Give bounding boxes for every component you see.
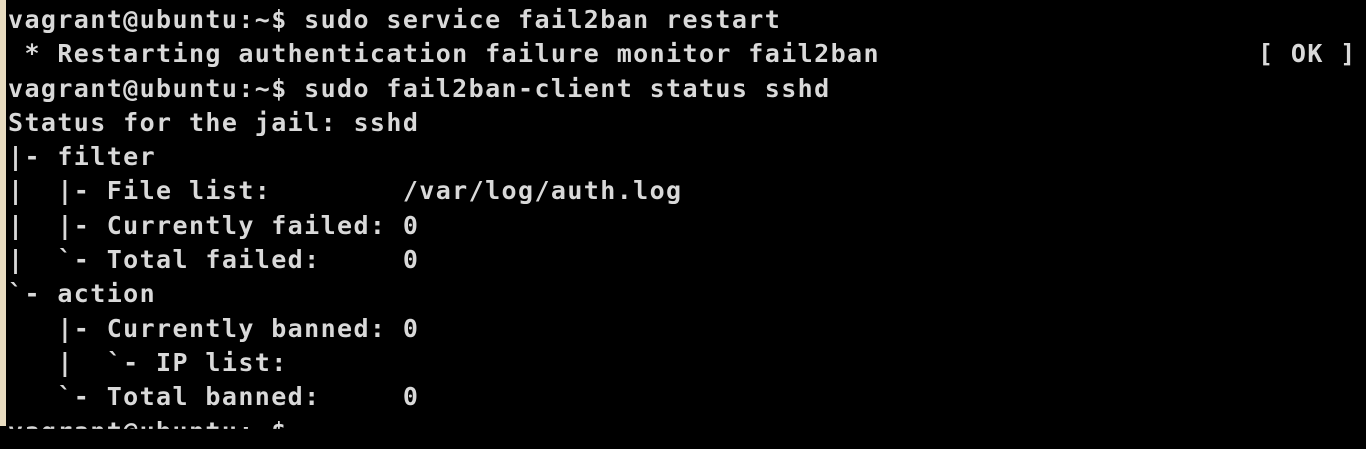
terminal-line: vagrant@ubuntu:~$ sudo service fail2ban …	[8, 5, 782, 34]
ok-status: [ OK ]	[1258, 39, 1357, 69]
terminal-line: |- filter	[8, 142, 157, 172]
terminal-line: |- Currently banned: 0	[8, 313, 420, 343]
terminal-line: Status for the jail: sshd	[8, 107, 420, 137]
terminal-line: | |- File list: /var/log/auth.log	[8, 176, 683, 206]
terminal-line: `- action	[8, 279, 157, 309]
terminal-line: | `- IP list:	[8, 347, 288, 377]
window-left-edge	[0, 0, 6, 426]
terminal-window[interactable]: vagrant@ubuntu:~$ sudo service fail2ban …	[8, 3, 1366, 429]
restart-message: * Restarting authentication failure moni…	[8, 39, 880, 69]
terminal-line: | `- Total failed: 0	[8, 245, 420, 275]
terminal-line: * Restarting authentication failure moni…	[8, 37, 1366, 71]
terminal-line: | |- Currently failed: 0	[8, 210, 420, 240]
terminal-line: vagrant@ubuntu:~$ sudo fail2ban-client s…	[8, 73, 831, 103]
terminal-prompt-line[interactable]: vagrant@ubuntu:~$	[8, 415, 1366, 429]
terminal-line: `- Total banned: 0	[8, 382, 420, 412]
